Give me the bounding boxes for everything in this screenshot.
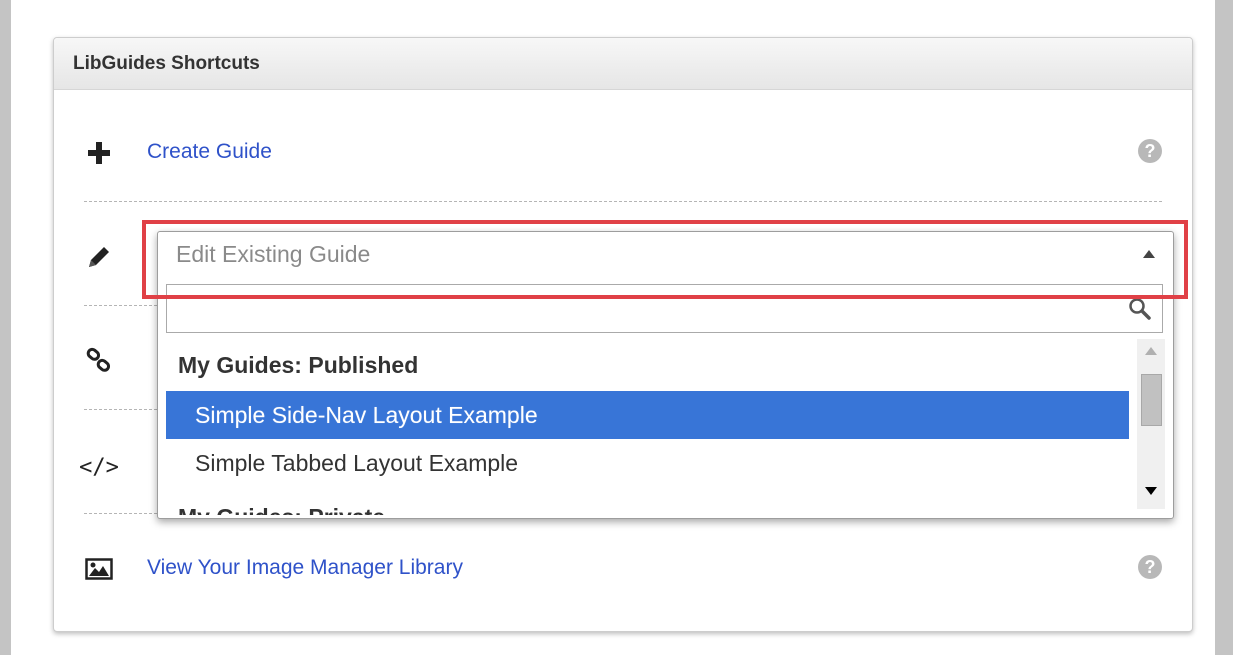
edit-guide-dropdown[interactable]: Edit Existing Guide My Guides: Published…	[157, 231, 1174, 519]
shortcut-row-image: View Your Image Manager Library ?	[84, 514, 1162, 624]
code-icon: </>	[79, 454, 119, 480]
option-group-label: My Guides: Private	[166, 487, 1129, 515]
create-guide-link[interactable]: Create Guide	[147, 140, 272, 164]
dropdown-search-input[interactable]	[167, 285, 1162, 332]
image-icon	[84, 554, 114, 584]
search-icon	[1128, 297, 1152, 326]
canvas: LibGuides Shortcuts Create Guide ? </> V…	[11, 0, 1215, 655]
dropdown-scrollbar[interactable]	[1137, 339, 1165, 509]
shortcut-row-create: Create Guide ?	[84, 98, 1162, 202]
dropdown-search	[166, 284, 1163, 333]
dropdown-option[interactable]: Simple Side-Nav Layout Example	[166, 391, 1129, 439]
dropdown-placeholder: Edit Existing Guide	[176, 241, 371, 267]
help-icon[interactable]: ?	[1138, 139, 1162, 163]
panel-title: LibGuides Shortcuts	[73, 52, 260, 74]
dropdown-option[interactable]: Simple Tabbed Layout Example	[166, 439, 1129, 487]
caret-up-icon	[1143, 250, 1155, 258]
option-group-label-text: My Guides: Private	[178, 504, 385, 515]
shortcuts-panel: LibGuides Shortcuts Create Guide ? </> V…	[53, 37, 1193, 632]
help-icon[interactable]: ?	[1138, 555, 1162, 579]
dropdown-list: My Guides: Published Simple Side-Nav Lay…	[166, 339, 1129, 518]
scroll-down-icon[interactable]	[1145, 487, 1157, 495]
pencil-icon	[84, 242, 114, 272]
image-manager-link[interactable]: View Your Image Manager Library	[147, 556, 463, 580]
option-group-label: My Guides: Published	[178, 351, 419, 378]
plus-icon	[84, 138, 114, 168]
scrollbar-thumb[interactable]	[1141, 374, 1162, 426]
dropdown-toggle[interactable]: Edit Existing Guide	[158, 232, 1173, 277]
panel-header: LibGuides Shortcuts	[54, 38, 1192, 90]
link-icon	[84, 346, 114, 376]
scroll-up-icon[interactable]	[1145, 347, 1157, 355]
